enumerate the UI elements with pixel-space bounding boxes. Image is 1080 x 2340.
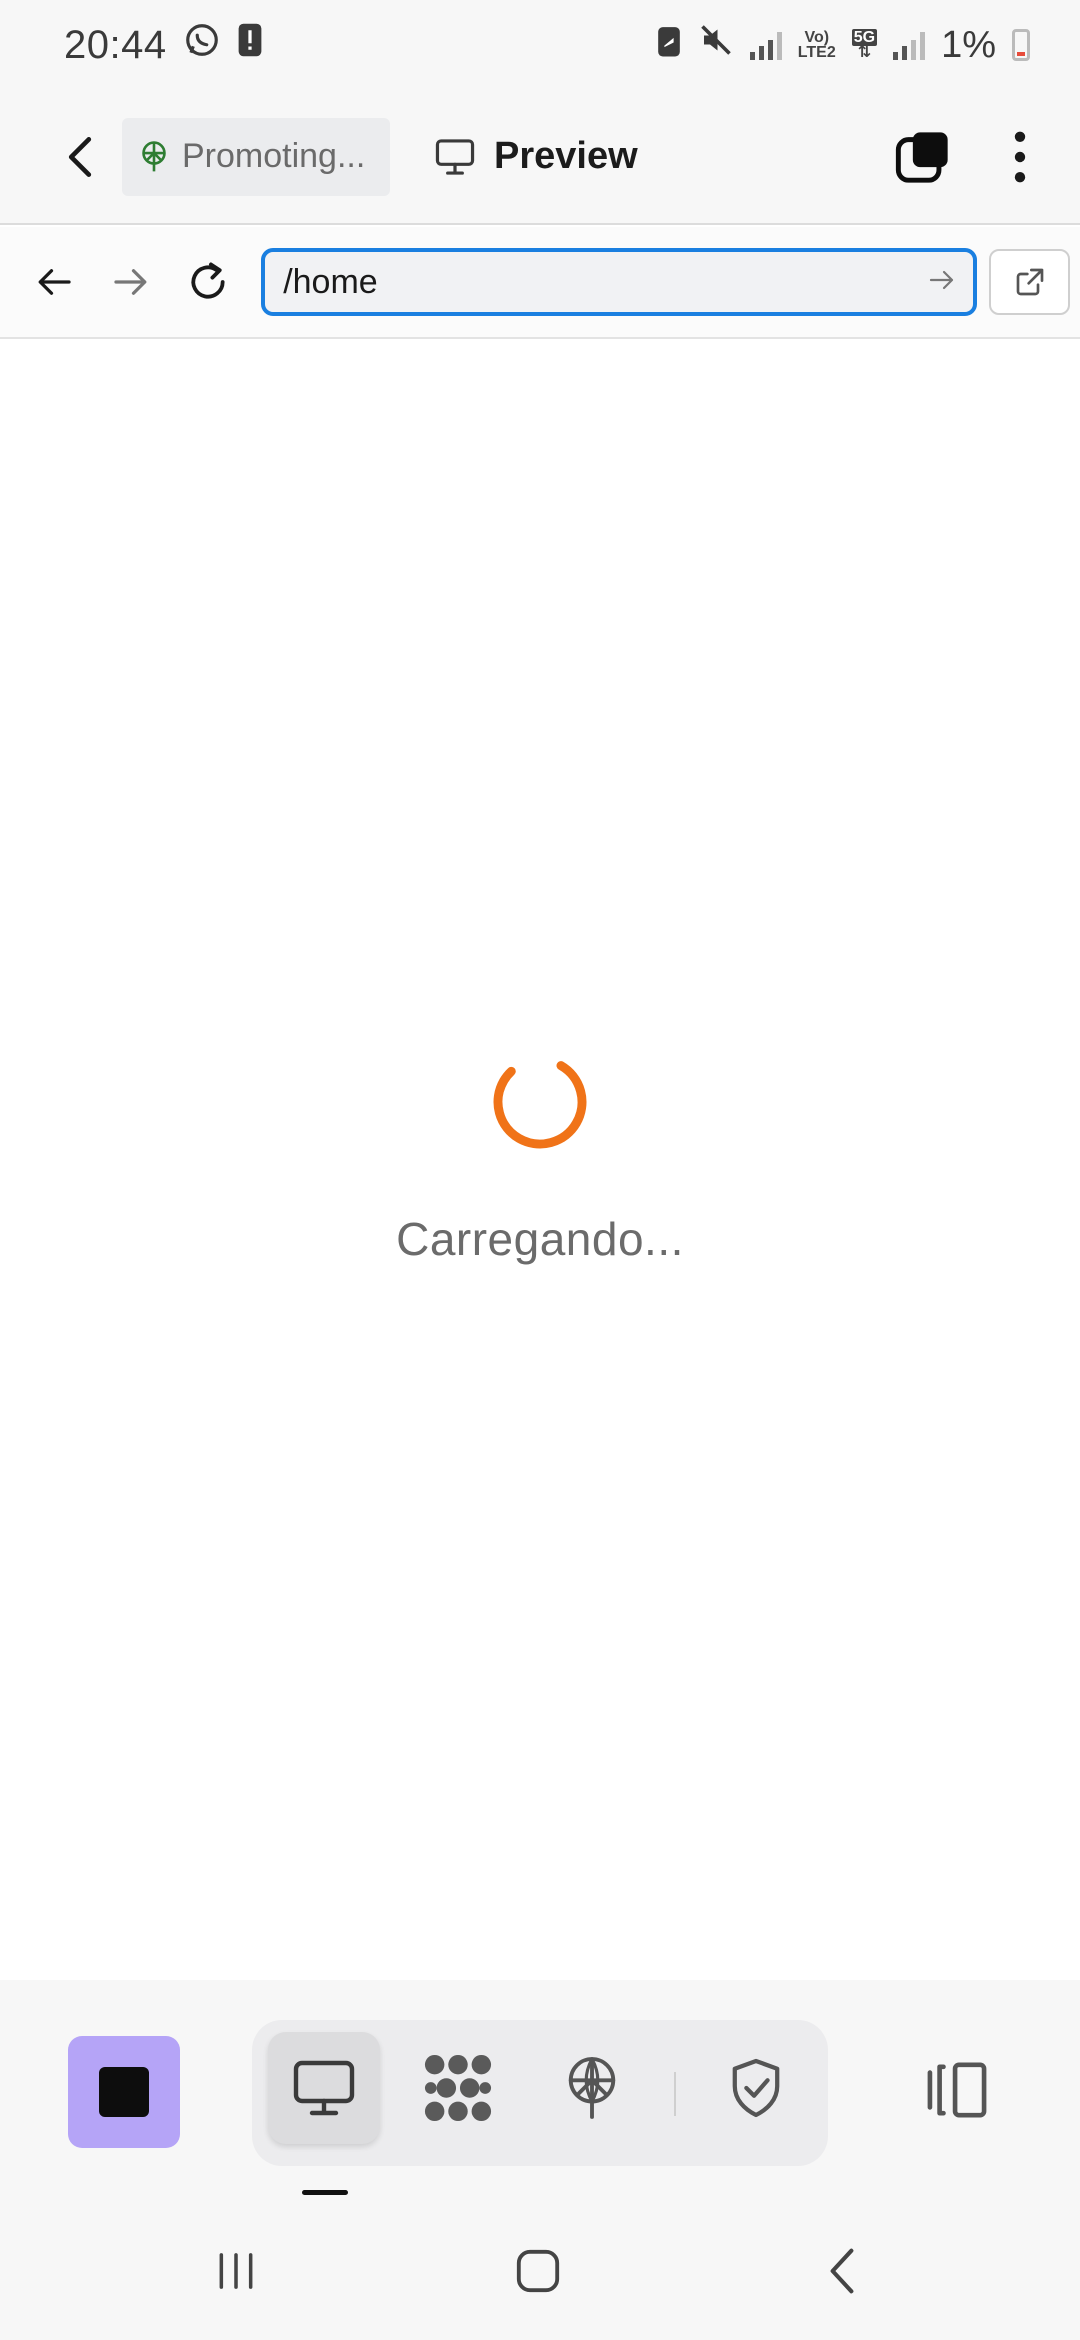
back-icon	[830, 2248, 854, 2294]
stop-icon	[99, 2067, 149, 2117]
network-bottom: LTE2	[797, 44, 836, 61]
tab-preview[interactable]: Preview	[434, 135, 638, 178]
desktop-mode-button[interactable]	[268, 2032, 380, 2144]
tabs-switcher-button[interactable]	[888, 122, 958, 192]
deploy-button[interactable]	[536, 2032, 648, 2144]
loading-spinner-icon	[493, 1055, 587, 1149]
battery-percent: 1%	[941, 23, 996, 66]
deploy-tree-icon	[142, 140, 166, 171]
home-icon	[516, 2249, 560, 2293]
browser-forward-button[interactable]	[99, 250, 162, 314]
dots-pattern-icon	[424, 2054, 492, 2122]
url-box	[261, 248, 978, 316]
browser-back-button[interactable]	[22, 250, 85, 314]
project-name: Promoting...	[182, 137, 366, 175]
back-button[interactable]	[50, 127, 110, 187]
arrow-left-icon	[38, 269, 71, 295]
five-g-label: 5G ⇅	[851, 29, 878, 61]
tab-preview-label: Preview	[494, 135, 638, 177]
network-label: Vo) LTE2	[797, 30, 836, 61]
active-indicator	[302, 2190, 348, 2195]
whatsapp-icon	[183, 21, 221, 69]
browser-bar	[0, 227, 1080, 339]
system-back-button[interactable]	[802, 2236, 882, 2306]
stacked-squares-icon	[895, 131, 948, 183]
open-external-button[interactable]	[989, 249, 1071, 315]
mute-icon	[698, 22, 734, 68]
go-icon[interactable]	[929, 269, 955, 296]
deploy-icon	[568, 2057, 616, 2119]
android-nav-bar	[0, 2196, 1080, 2340]
status-right: Vo) LTE2 5G ⇅ 1%	[656, 22, 1030, 68]
battery-icon	[1012, 29, 1030, 61]
security-button[interactable]	[700, 2032, 812, 2144]
layout-toggle-button[interactable]	[912, 2040, 1002, 2140]
recents-icon	[219, 2253, 253, 2289]
external-link-icon	[1016, 268, 1043, 296]
loading-text: Carregando...	[396, 1213, 684, 1265]
project-chip[interactable]: Promoting...	[122, 117, 390, 196]
desktop-icon	[293, 2060, 355, 2116]
preview-content: Carregando...	[0, 340, 1080, 1980]
url-input[interactable]	[283, 262, 930, 302]
reload-button[interactable]	[176, 250, 239, 314]
five-g-text: 5G	[851, 29, 878, 46]
arrow-right-icon	[113, 269, 146, 295]
layout-toggle-icon	[927, 2062, 987, 2118]
recent-apps-button[interactable]	[196, 2236, 276, 2306]
stop-button[interactable]	[68, 2036, 180, 2148]
monitor-icon	[435, 138, 475, 175]
signal-icon-2	[893, 30, 926, 60]
bottom-toolbar	[0, 1980, 1080, 2196]
status-bar: 20:44 Vo) LTE2 5G ⇅ 1%	[0, 0, 1080, 90]
status-left: 20:44	[64, 21, 263, 69]
mode-group	[252, 2020, 828, 2166]
home-button[interactable]	[498, 2236, 578, 2306]
spinner-wrap	[0, 1052, 1080, 1152]
chevron-left-icon	[68, 136, 92, 177]
refresh-icon	[191, 262, 225, 299]
toolbar-divider	[674, 2072, 676, 2116]
shield-check-icon	[732, 2058, 780, 2118]
more-options-button[interactable]	[1000, 122, 1040, 192]
status-time: 20:44	[64, 22, 167, 67]
integrations-button[interactable]	[402, 2032, 514, 2144]
app-header: Promoting... Preview	[0, 90, 1080, 225]
alert-icon	[237, 22, 263, 68]
more-vertical-icon	[1014, 131, 1026, 182]
battery-saver-icon	[656, 23, 682, 68]
signal-icon	[749, 30, 782, 60]
